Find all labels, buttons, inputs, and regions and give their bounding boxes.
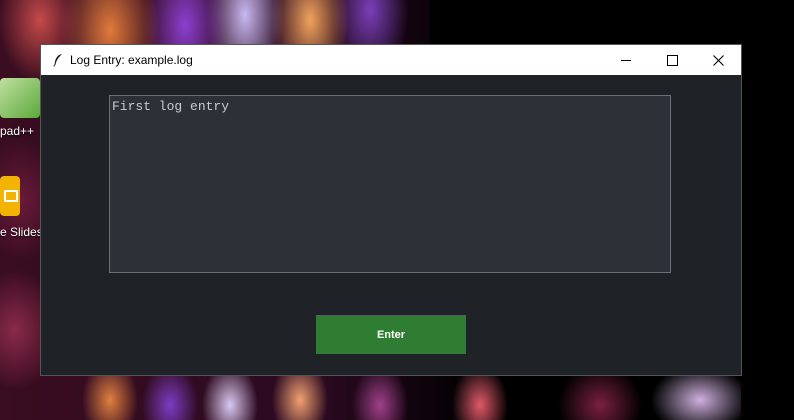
window-title: Log Entry: example.log (70, 53, 193, 67)
maximize-button[interactable] (649, 45, 695, 75)
close-icon (712, 54, 724, 66)
desktop-icon-label-slides[interactable]: e Slides (0, 225, 43, 239)
feather-icon (50, 45, 66, 75)
desktop-icon-label-notepad[interactable]: pad++ (0, 124, 34, 138)
maximize-icon (666, 54, 678, 66)
wallpaper-dark-area (430, 0, 794, 45)
google-slides-icon[interactable] (0, 176, 20, 216)
enter-button[interactable]: Enter (316, 315, 466, 354)
minimize-icon (621, 59, 631, 61)
minimize-button[interactable] (603, 45, 649, 75)
log-entry-window: Log Entry: example.log First log entry E… (41, 45, 741, 375)
wallpaper-dark-area-right (741, 0, 794, 420)
close-button[interactable] (695, 45, 741, 75)
title-bar[interactable]: Log Entry: example.log (41, 45, 741, 75)
notepad-plus-plus-icon[interactable] (0, 78, 40, 118)
log-entry-textarea[interactable]: First log entry (109, 95, 671, 273)
